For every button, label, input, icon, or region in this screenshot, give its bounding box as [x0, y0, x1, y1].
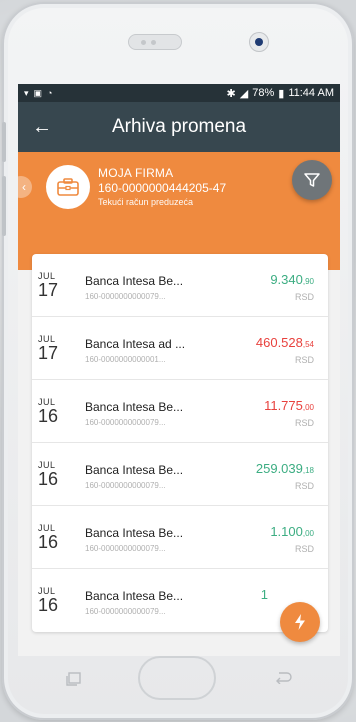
signal-icon: ▾ — [24, 87, 29, 98]
battery-icon: ▮ — [278, 87, 285, 100]
transaction-account: 160-0000000000079... — [85, 607, 166, 616]
front-camera — [249, 32, 269, 52]
transaction-list: JUL 17 Banca Intesa Be... 160-0000000000… — [32, 254, 328, 632]
transaction-date: JUL 16 — [38, 397, 59, 426]
transaction-payee: Banca Intesa Be... — [85, 526, 184, 540]
transaction-amount: 460.528,54 — [255, 335, 314, 350]
back-nav-icon[interactable] — [274, 670, 292, 684]
transaction-payee: Banca Intesa ad ... — [85, 337, 186, 351]
transaction-payee: Banca Intesa Be... — [85, 274, 184, 288]
transaction-payee: Banca Intesa Be... — [85, 463, 184, 477]
account-number: 160-0000000444205-47 — [98, 181, 227, 195]
clock: 11:44 AM — [288, 87, 334, 99]
account-info: MOJA FIRMA 160-0000000444205-47 Tekući r… — [98, 166, 226, 207]
transaction-amount: 1.100,00 — [270, 524, 314, 539]
transaction-currency: RSD — [294, 292, 314, 302]
briefcase-icon — [46, 165, 90, 209]
account-type: Tekući račun preduzeća — [98, 197, 194, 207]
transaction-date: JUL 16 — [38, 460, 59, 489]
transaction-row[interactable]: JUL 16 Banca Intesa Be... 160-0000000000… — [32, 380, 328, 443]
transaction-date: JUL 17 — [38, 271, 59, 300]
transaction-payee: Banca Intesa Be... — [85, 400, 184, 414]
earpiece — [128, 34, 182, 50]
transaction-account: 160-0000000000079... — [85, 544, 166, 553]
home-button[interactable] — [138, 656, 216, 700]
transaction-account: 160-0000000000001... — [85, 355, 166, 364]
filter-icon — [304, 173, 320, 187]
status-right: ✱ ◢ 78% ▮ 11:44 AM — [227, 87, 334, 100]
account-header: ‹ MOJA FIRMA 160-0000000444205-47 Tekući… — [18, 152, 340, 270]
transaction-account: 160-0000000000079... — [85, 292, 166, 301]
back-arrow-icon[interactable]: ← — [18, 102, 66, 152]
volume-button — [2, 122, 6, 162]
app-screen: ▾ ▣ ◔ ✱ ◢ 78% ▮ 11:44 AM ← Arhiva promen… — [18, 84, 340, 656]
transaction-currency: RSD — [294, 544, 314, 554]
transaction-row[interactable]: JUL 17 Banca Intesa ad ... 160-000000000… — [32, 317, 328, 380]
transaction-date: JUL 16 — [38, 586, 59, 615]
transaction-row[interactable]: JUL 16 Banca Intesa Be... 160-0000000000… — [32, 506, 328, 569]
transaction-date: JUL 16 — [38, 523, 59, 552]
bluetooth-icon: ✱ — [226, 87, 236, 100]
transaction-currency: RSD — [294, 481, 314, 491]
transaction-row[interactable]: JUL 16 Banca Intesa Be... 160-0000000000… — [32, 443, 328, 506]
transaction-row[interactable]: JUL 17 Banca Intesa Be... 160-0000000000… — [32, 254, 328, 317]
transaction-account: 160-0000000000079... — [85, 418, 166, 427]
battery-percent: 78% — [252, 87, 275, 99]
transaction-currency: RSD — [294, 418, 314, 428]
transaction-amount: 1 — [260, 587, 268, 602]
filter-button[interactable] — [292, 160, 332, 200]
power-button — [2, 176, 6, 236]
quick-action-button[interactable] — [280, 602, 320, 642]
transaction-currency: RSD — [294, 355, 314, 365]
transaction-amount: 259.039,18 — [255, 461, 314, 476]
transaction-account: 160-0000000000079... — [85, 481, 166, 490]
account-name: MOJA FIRMA — [98, 166, 174, 180]
previous-account-arrow[interactable]: ‹ — [18, 176, 32, 198]
lightning-icon — [295, 614, 305, 630]
transaction-amount: 9.340,90 — [270, 272, 314, 287]
transaction-amount: 11.775,00 — [264, 398, 314, 413]
transaction-date: JUL 17 — [38, 334, 59, 363]
page-title: Arhiva promena — [111, 116, 247, 137]
cell-signal-icon: ◢ — [239, 87, 249, 100]
notification-icon: ◔ — [47, 87, 53, 98]
app-bar: ← Arhiva promena — [18, 102, 340, 152]
status-bar: ▾ ▣ ◔ ✱ ◢ 78% ▮ 11:44 AM — [18, 84, 340, 102]
image-icon: ▣ — [33, 87, 43, 98]
recent-apps-icon[interactable] — [66, 672, 82, 686]
transaction-payee: Banca Intesa Be... — [85, 589, 184, 603]
status-left-icons: ▾ ▣ ◔ — [24, 88, 52, 99]
